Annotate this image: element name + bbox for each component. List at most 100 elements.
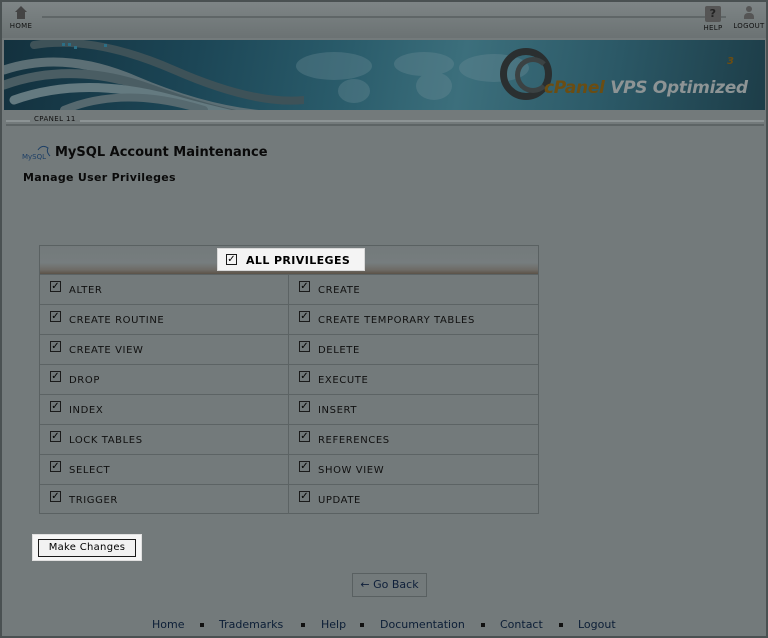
privilege-checkbox[interactable]: ✓: [299, 371, 310, 382]
breadcrumb-line-bottom: [6, 124, 764, 126]
footer-separator: [301, 623, 305, 627]
privilege-label: EXECUTE: [318, 375, 369, 386]
privilege-label: ALTER: [69, 285, 103, 296]
privilege-execute[interactable]: ✓ EXECUTE: [289, 365, 538, 394]
privilege-checkbox[interactable]: ✓: [50, 281, 61, 292]
privilege-row: ✓ LOCK TABLES ✓ REFERENCES: [40, 424, 538, 454]
breadcrumb-line-top: [6, 120, 764, 122]
footer-link-trademarks[interactable]: Trademarks: [219, 618, 283, 631]
footer-link-logout[interactable]: Logout: [578, 618, 616, 631]
footer-separator: [559, 623, 563, 627]
privilege-checkbox[interactable]: ✓: [299, 311, 310, 322]
privilege-delete[interactable]: ✓ DELETE: [289, 335, 538, 364]
footer-link-documentation[interactable]: Documentation: [380, 618, 465, 631]
top-toolbar: HOME ? HELP LOGOUT: [2, 2, 766, 38]
all-privileges-checkbox[interactable]: ✓: [226, 254, 237, 265]
privilege-checkbox[interactable]: ✓: [299, 401, 310, 412]
breadcrumb-item-cpanel[interactable]: CPANEL 11: [30, 115, 80, 123]
privilege-create-routine[interactable]: ✓ CREATE ROUTINE: [40, 305, 289, 334]
privilege-checkbox[interactable]: ✓: [299, 341, 310, 352]
footer-separator: [481, 623, 485, 627]
brand-version: 3: [727, 56, 734, 67]
privilege-update[interactable]: ✓ UPDATE: [289, 485, 538, 514]
privilege-row: ✓ SELECT ✓ SHOW VIEW: [40, 454, 538, 484]
footer-link-home[interactable]: Home: [152, 618, 184, 631]
privilege-label: INDEX: [69, 405, 104, 416]
privilege-row: ✓ CREATE VIEW ✓ DELETE: [40, 334, 538, 364]
toolbar-divider: [42, 16, 726, 18]
privilege-checkbox[interactable]: ✓: [299, 281, 310, 292]
privilege-alter[interactable]: ✓ ALTER: [40, 275, 289, 304]
privilege-row: ✓ CREATE ROUTINE ✓ CREATE TEMPORARY TABLES: [40, 304, 538, 334]
privilege-label: CREATE: [318, 285, 361, 296]
privilege-checkbox[interactable]: ✓: [299, 431, 310, 442]
privilege-label: CREATE VIEW: [69, 345, 144, 356]
privilege-checkbox[interactable]: ✓: [299, 461, 310, 472]
all-privileges-option[interactable]: ✓ ALL PRIVILEGES: [217, 248, 365, 271]
privilege-label: REFERENCES: [318, 435, 390, 446]
privilege-trigger[interactable]: ✓ TRIGGER: [40, 485, 289, 514]
home-label: HOME: [9, 22, 33, 30]
logout-button[interactable]: LOGOUT: [732, 6, 766, 30]
privilege-label: SELECT: [69, 465, 111, 476]
privilege-insert[interactable]: ✓ INSERT: [289, 395, 538, 424]
privilege-row: ✓ ALTER ✓ CREATE: [40, 274, 538, 304]
privilege-checkbox[interactable]: ✓: [50, 311, 61, 322]
privilege-label: UPDATE: [318, 495, 361, 506]
privilege-show-view[interactable]: ✓ SHOW VIEW: [289, 455, 538, 484]
privilege-checkbox[interactable]: ✓: [50, 371, 61, 382]
page-title: MySQL Account Maintenance: [55, 145, 268, 160]
go-back-link[interactable]: ← Go Back: [352, 573, 427, 597]
privilege-checkbox[interactable]: ✓: [50, 341, 61, 352]
privilege-references[interactable]: ✓ REFERENCES: [289, 425, 538, 454]
mysql-logo-text: MySQL: [22, 153, 46, 161]
privilege-index[interactable]: ✓ INDEX: [40, 395, 289, 424]
privilege-label: CREATE TEMPORARY TABLES: [318, 315, 475, 326]
privilege-lock-tables[interactable]: ✓ LOCK TABLES: [40, 425, 289, 454]
page-subtitle: Manage User Privileges: [23, 171, 176, 184]
privilege-checkbox[interactable]: ✓: [50, 431, 61, 442]
world-map-graphic: [296, 52, 529, 103]
footer-nav: Home Trademarks Help Documentation Conta…: [0, 618, 768, 634]
privilege-create-view[interactable]: ✓ CREATE VIEW: [40, 335, 289, 364]
mysql-logo-icon: MySQL: [22, 145, 51, 161]
privileges-header: ✓ ALL PRIVILEGES: [40, 246, 538, 274]
cables-graphic: [4, 40, 304, 110]
footer-link-help[interactable]: Help: [321, 618, 346, 631]
footer-link-contact[interactable]: Contact: [500, 618, 543, 631]
privilege-label: SHOW VIEW: [318, 465, 385, 476]
all-privileges-label: ALL PRIVILEGES: [246, 254, 351, 267]
privilege-label: LOCK TABLES: [69, 435, 143, 446]
privilege-row: ✓ TRIGGER ✓ UPDATE: [40, 484, 538, 514]
privilege-checkbox[interactable]: ✓: [50, 401, 61, 412]
privilege-label: DROP: [69, 375, 100, 386]
privilege-create-temporary-tables[interactable]: ✓ CREATE TEMPORARY TABLES: [289, 305, 538, 334]
make-changes-button[interactable]: Make Changes: [38, 539, 136, 557]
privilege-row: ✓ INDEX ✓ INSERT: [40, 394, 538, 424]
privilege-create[interactable]: ✓ CREATE: [289, 275, 538, 304]
brand-text: cPanel VPS Optimized: [544, 78, 748, 98]
footer-separator: [200, 623, 204, 627]
privilege-row: ✓ DROP ✓ EXECUTE: [40, 364, 538, 394]
privileges-grid: ✓ ALTER ✓ CREATE ✓ CREATE ROUTINE ✓ CREATE T…: [40, 274, 538, 514]
home-icon: [14, 6, 28, 20]
privilege-select[interactable]: ✓ SELECT: [40, 455, 289, 484]
privilege-label: DELETE: [318, 345, 360, 356]
privilege-checkbox[interactable]: ✓: [50, 461, 61, 472]
help-label: HELP: [703, 24, 723, 32]
home-button[interactable]: HOME: [8, 6, 34, 30]
make-changes-highlight: Make Changes: [32, 534, 142, 561]
privileges-table: ✓ ALL PRIVILEGES ✓ ALTER ✓ CREATE ✓ CREATE …: [39, 245, 539, 514]
brand-rest: VPS Optimized: [604, 78, 748, 98]
footer-separator: [360, 623, 364, 627]
privilege-label: CREATE ROUTINE: [69, 315, 165, 326]
logout-icon: [742, 6, 756, 20]
logout-label: LOGOUT: [733, 22, 765, 30]
privilege-drop[interactable]: ✓ DROP: [40, 365, 289, 394]
help-button[interactable]: ? HELP: [701, 6, 725, 32]
header-banner: cPanel VPS Optimized: [4, 40, 765, 110]
privilege-label: INSERT: [318, 405, 358, 416]
help-icon: ?: [705, 6, 721, 22]
privilege-checkbox[interactable]: ✓: [50, 491, 61, 502]
privilege-checkbox[interactable]: ✓: [299, 491, 310, 502]
